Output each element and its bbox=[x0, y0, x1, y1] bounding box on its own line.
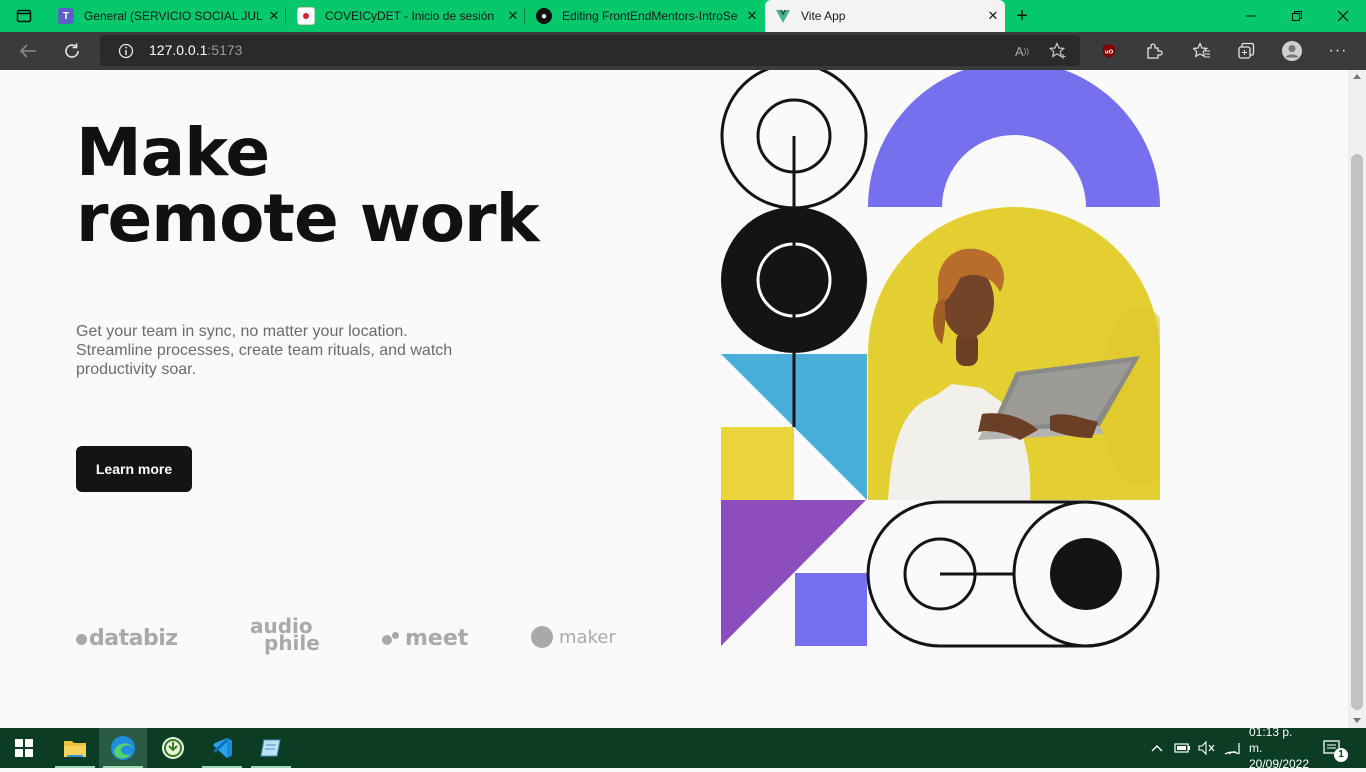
tab-title: COVEICyDET - Inicio de sesión bbox=[325, 9, 495, 23]
close-tab-icon[interactable]: ✕ bbox=[501, 8, 525, 24]
blue-square bbox=[795, 573, 867, 646]
pill-shape bbox=[866, 500, 1160, 648]
scrollbar-thumb[interactable] bbox=[1351, 154, 1363, 710]
tab-title: Editing FrontEndMentors-IntroSe bbox=[562, 9, 738, 23]
hero-illustration bbox=[720, 70, 1160, 648]
url-host: 127.0.0.1 bbox=[149, 42, 208, 58]
favorites-icon[interactable] bbox=[1186, 32, 1218, 70]
profile-avatar-icon[interactable] bbox=[1276, 32, 1308, 70]
clock[interactable]: 01:13 p. m. 20/09/2022 bbox=[1249, 725, 1309, 771]
meet-text: meet bbox=[405, 626, 469, 651]
web-page: Make remote work Get your team in sync, … bbox=[0, 70, 1348, 728]
close-tab-icon[interactable]: ✕ bbox=[262, 8, 286, 24]
back-icon[interactable] bbox=[12, 32, 44, 70]
hero-title: Make remote work bbox=[76, 120, 539, 252]
file-explorer-icon[interactable] bbox=[51, 728, 99, 768]
databiz-logo: databiz bbox=[76, 626, 178, 651]
yellow-square bbox=[721, 427, 794, 500]
app-green-icon[interactable] bbox=[149, 728, 197, 768]
refresh-icon[interactable] bbox=[56, 32, 88, 70]
info-icon[interactable] bbox=[110, 32, 142, 70]
add-favorite-icon[interactable] bbox=[1042, 32, 1074, 70]
maker-text: maker bbox=[559, 627, 616, 648]
url-port: :5173 bbox=[207, 42, 243, 58]
svg-text:uO: uO bbox=[1105, 50, 1114, 56]
notification-center-icon[interactable]: 1 bbox=[1322, 728, 1348, 768]
address-bar[interactable] bbox=[100, 35, 1080, 66]
clock-date: 20/09/2022 bbox=[1248, 757, 1310, 771]
minimize-button[interactable] bbox=[1228, 0, 1274, 32]
person-photo bbox=[868, 207, 1160, 500]
tab-coveicydet[interactable]: COVEICyDET - Inicio de sesión ✕ bbox=[287, 0, 525, 32]
tab-teams[interactable]: T General (SERVICIO SOCIAL JULIO ✕ bbox=[48, 0, 286, 32]
edge-taskbar-icon[interactable] bbox=[99, 728, 147, 768]
hero-title-line2: remote work bbox=[76, 180, 539, 257]
close-window-button[interactable] bbox=[1320, 0, 1366, 32]
vite-icon bbox=[775, 8, 791, 24]
battery-icon[interactable] bbox=[1173, 728, 1191, 768]
tab-github[interactable]: ● Editing FrontEndMentors-IntroSe ✕ bbox=[526, 0, 764, 32]
notification-badge: 1 bbox=[1334, 748, 1348, 762]
audiophile-logo: audio phile bbox=[250, 616, 320, 655]
clock-time: 01:13 p. m. bbox=[1249, 725, 1293, 755]
vscode-icon[interactable] bbox=[198, 728, 246, 768]
purple-arch bbox=[868, 70, 1160, 207]
learn-more-button[interactable]: Learn more bbox=[76, 446, 192, 492]
collections-icon[interactable] bbox=[1230, 32, 1262, 70]
scroll-up-icon[interactable] bbox=[1353, 74, 1361, 79]
scrollbar[interactable] bbox=[1348, 70, 1366, 728]
audiophile-text-bottom: phile bbox=[264, 631, 320, 655]
new-tab-button[interactable]: + bbox=[1006, 0, 1038, 32]
flag-icon bbox=[297, 7, 315, 25]
tab-title: Vite App bbox=[801, 9, 846, 23]
windows-start-icon[interactable] bbox=[0, 728, 48, 768]
teams-icon: T bbox=[58, 8, 74, 24]
wifi-icon[interactable] bbox=[1223, 728, 1241, 768]
scroll-down-icon[interactable] bbox=[1353, 718, 1361, 723]
tab-title: General (SERVICIO SOCIAL JULIO bbox=[84, 9, 262, 23]
tab-vite-app[interactable]: Vite App ✕ bbox=[765, 0, 1005, 32]
volume-muted-icon[interactable] bbox=[1198, 728, 1216, 768]
meet-logo: meet bbox=[382, 626, 468, 651]
more-options-icon[interactable]: ··· bbox=[1322, 32, 1354, 70]
databiz-text: databiz bbox=[89, 626, 178, 651]
hero-description: Get your team in sync, no matter your lo… bbox=[76, 323, 453, 378]
show-hidden-icons[interactable] bbox=[1150, 728, 1164, 768]
extensions-icon[interactable] bbox=[1138, 32, 1170, 70]
close-tab-icon[interactable]: ✕ bbox=[740, 8, 764, 24]
tab-actions-icon[interactable] bbox=[0, 0, 48, 32]
maker-logo: maker bbox=[531, 626, 616, 648]
notepad-icon[interactable] bbox=[247, 728, 295, 768]
close-tab-icon[interactable]: ✕ bbox=[981, 8, 1005, 24]
read-aloud-icon[interactable]: A)) bbox=[1006, 32, 1038, 70]
url-text[interactable]: 127.0.0.1:5173 bbox=[149, 42, 242, 58]
github-icon: ● bbox=[536, 8, 552, 24]
restore-button[interactable] bbox=[1274, 0, 1320, 32]
ublock-icon[interactable]: uO bbox=[1093, 32, 1125, 70]
